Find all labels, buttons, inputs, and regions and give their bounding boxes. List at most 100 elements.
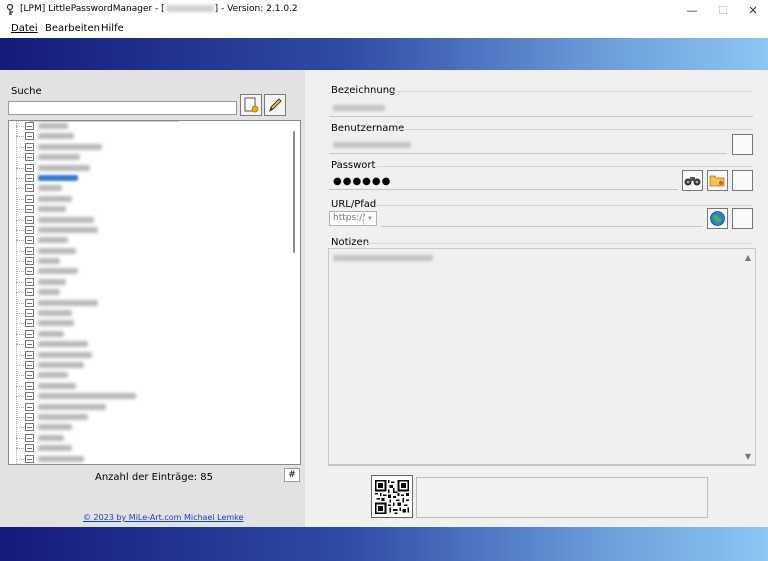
menu-datei[interactable]: Datei: [11, 23, 38, 34]
add-entry-button[interactable]: [240, 94, 262, 116]
collapse-node-icon[interactable]: [25, 267, 34, 276]
collapse-node-icon[interactable]: [25, 288, 34, 297]
tree-row[interactable]: [9, 215, 300, 225]
tree-row[interactable]: [9, 235, 300, 245]
collapse-node-icon[interactable]: [25, 163, 34, 172]
scroll-up-icon[interactable]: ▲: [745, 253, 751, 262]
collapse-node-icon[interactable]: [25, 215, 34, 224]
collapse-node-icon[interactable]: [25, 142, 34, 151]
collapse-node-icon[interactable]: [25, 298, 34, 307]
scroll-down-icon[interactable]: ▼: [745, 452, 751, 461]
tree-row[interactable]: [9, 308, 300, 318]
tree-row[interactable]: [9, 183, 300, 193]
tree-row[interactable]: [9, 454, 300, 464]
tree-row[interactable]: [9, 329, 300, 339]
tree-row[interactable]: [9, 422, 300, 432]
collapse-node-icon[interactable]: [25, 319, 34, 328]
qr-content-textbox[interactable]: [416, 477, 708, 518]
collapse-node-icon[interactable]: [25, 454, 34, 463]
tree-row-label-redacted: [38, 320, 74, 327]
maximize-button[interactable]: ☐: [707, 0, 739, 20]
tree-row[interactable]: [9, 277, 300, 287]
tree-row[interactable]: [9, 443, 300, 453]
generate-password-button[interactable]: [707, 170, 728, 191]
collapse-node-icon[interactable]: [25, 433, 34, 442]
passwort-input[interactable]: [329, 189, 678, 190]
collapse-node-icon[interactable]: [25, 402, 34, 411]
tree-row[interactable]: [9, 298, 300, 308]
tree-row[interactable]: [9, 256, 300, 266]
benutzername-copy-button[interactable]: [732, 134, 753, 155]
collapse-node-icon[interactable]: [25, 236, 34, 245]
close-button[interactable]: ✕: [737, 0, 768, 20]
entry-detail-panel: Bezeichnung Benutzername Passwort ●●●●●●…: [305, 70, 768, 527]
numbering-button[interactable]: #: [284, 468, 300, 482]
tree-row-label-redacted: [38, 310, 72, 317]
tree-row[interactable]: [9, 142, 300, 152]
url-input[interactable]: [381, 226, 703, 227]
entry-tree[interactable]: [8, 120, 301, 465]
tree-row[interactable]: [9, 464, 300, 465]
collapse-node-icon[interactable]: [25, 225, 34, 234]
tree-row[interactable]: [9, 246, 300, 256]
tree-row[interactable]: [9, 391, 300, 401]
tree-row[interactable]: [9, 287, 300, 297]
search-input[interactable]: [8, 101, 237, 115]
tree-row[interactable]: [9, 412, 300, 422]
passwort-group-rule: [377, 166, 753, 167]
collapse-node-icon[interactable]: [25, 205, 34, 214]
collapse-node-icon[interactable]: [25, 329, 34, 338]
menu-hilfe[interactable]: Hilfe: [101, 23, 124, 34]
collapse-node-icon[interactable]: [25, 246, 34, 255]
tree-row[interactable]: [9, 370, 300, 380]
tree-scrollbar-thumb[interactable]: [293, 131, 295, 253]
collapse-node-icon[interactable]: [25, 277, 34, 286]
tree-row[interactable]: [9, 402, 300, 412]
tree-row[interactable]: [9, 121, 300, 131]
chevron-down-icon[interactable]: ▾: [363, 212, 376, 225]
tree-row[interactable]: [9, 131, 300, 141]
tree-row[interactable]: [9, 318, 300, 328]
notizen-textarea[interactable]: ▲ ▼: [328, 248, 756, 465]
collapse-node-icon[interactable]: [25, 412, 34, 421]
collapse-node-icon[interactable]: [25, 423, 34, 432]
tree-row[interactable]: [9, 350, 300, 360]
tree-row[interactable]: [9, 152, 300, 162]
collapse-node-icon[interactable]: [25, 194, 34, 203]
menu-bearbeiten[interactable]: Bearbeiten: [45, 23, 100, 34]
tree-row[interactable]: [9, 433, 300, 443]
tree-row-selected[interactable]: [9, 173, 300, 183]
url-scheme-select[interactable]: https:// ▾: [329, 211, 377, 226]
collapse-node-icon[interactable]: [25, 350, 34, 359]
tree-row[interactable]: [9, 339, 300, 349]
collapse-node-icon[interactable]: [25, 360, 34, 369]
tree-row[interactable]: [9, 204, 300, 214]
bezeichnung-input[interactable]: [329, 116, 753, 117]
tree-row[interactable]: [9, 225, 300, 235]
collapse-node-icon[interactable]: [25, 257, 34, 266]
show-password-button[interactable]: [682, 170, 703, 191]
benutzername-input[interactable]: [329, 153, 727, 154]
collapse-node-icon[interactable]: [25, 184, 34, 193]
tree-row[interactable]: [9, 194, 300, 204]
tree-row[interactable]: [9, 163, 300, 173]
collapse-node-icon[interactable]: [25, 132, 34, 141]
open-url-button[interactable]: [707, 208, 728, 229]
collapse-node-icon[interactable]: [25, 371, 34, 380]
copyright-link[interactable]: © 2023 by MiLe-Art.com Michael Lemke: [83, 513, 243, 522]
collapse-node-icon[interactable]: [25, 444, 34, 453]
collapse-node-icon[interactable]: [25, 173, 34, 182]
collapse-node-icon[interactable]: [25, 153, 34, 162]
collapse-node-icon[interactable]: [25, 392, 34, 401]
tree-row[interactable]: [9, 381, 300, 391]
collapse-node-icon[interactable]: [25, 309, 34, 318]
edit-entry-button[interactable]: [264, 94, 286, 116]
collapse-node-icon[interactable]: [25, 122, 34, 130]
passwort-copy-button[interactable]: [732, 170, 753, 191]
tree-row[interactable]: [9, 266, 300, 276]
minimize-button[interactable]: —: [676, 0, 708, 20]
collapse-node-icon[interactable]: [25, 381, 34, 390]
tree-row[interactable]: [9, 360, 300, 370]
url-copy-button[interactable]: [732, 208, 753, 229]
collapse-node-icon[interactable]: [25, 340, 34, 349]
